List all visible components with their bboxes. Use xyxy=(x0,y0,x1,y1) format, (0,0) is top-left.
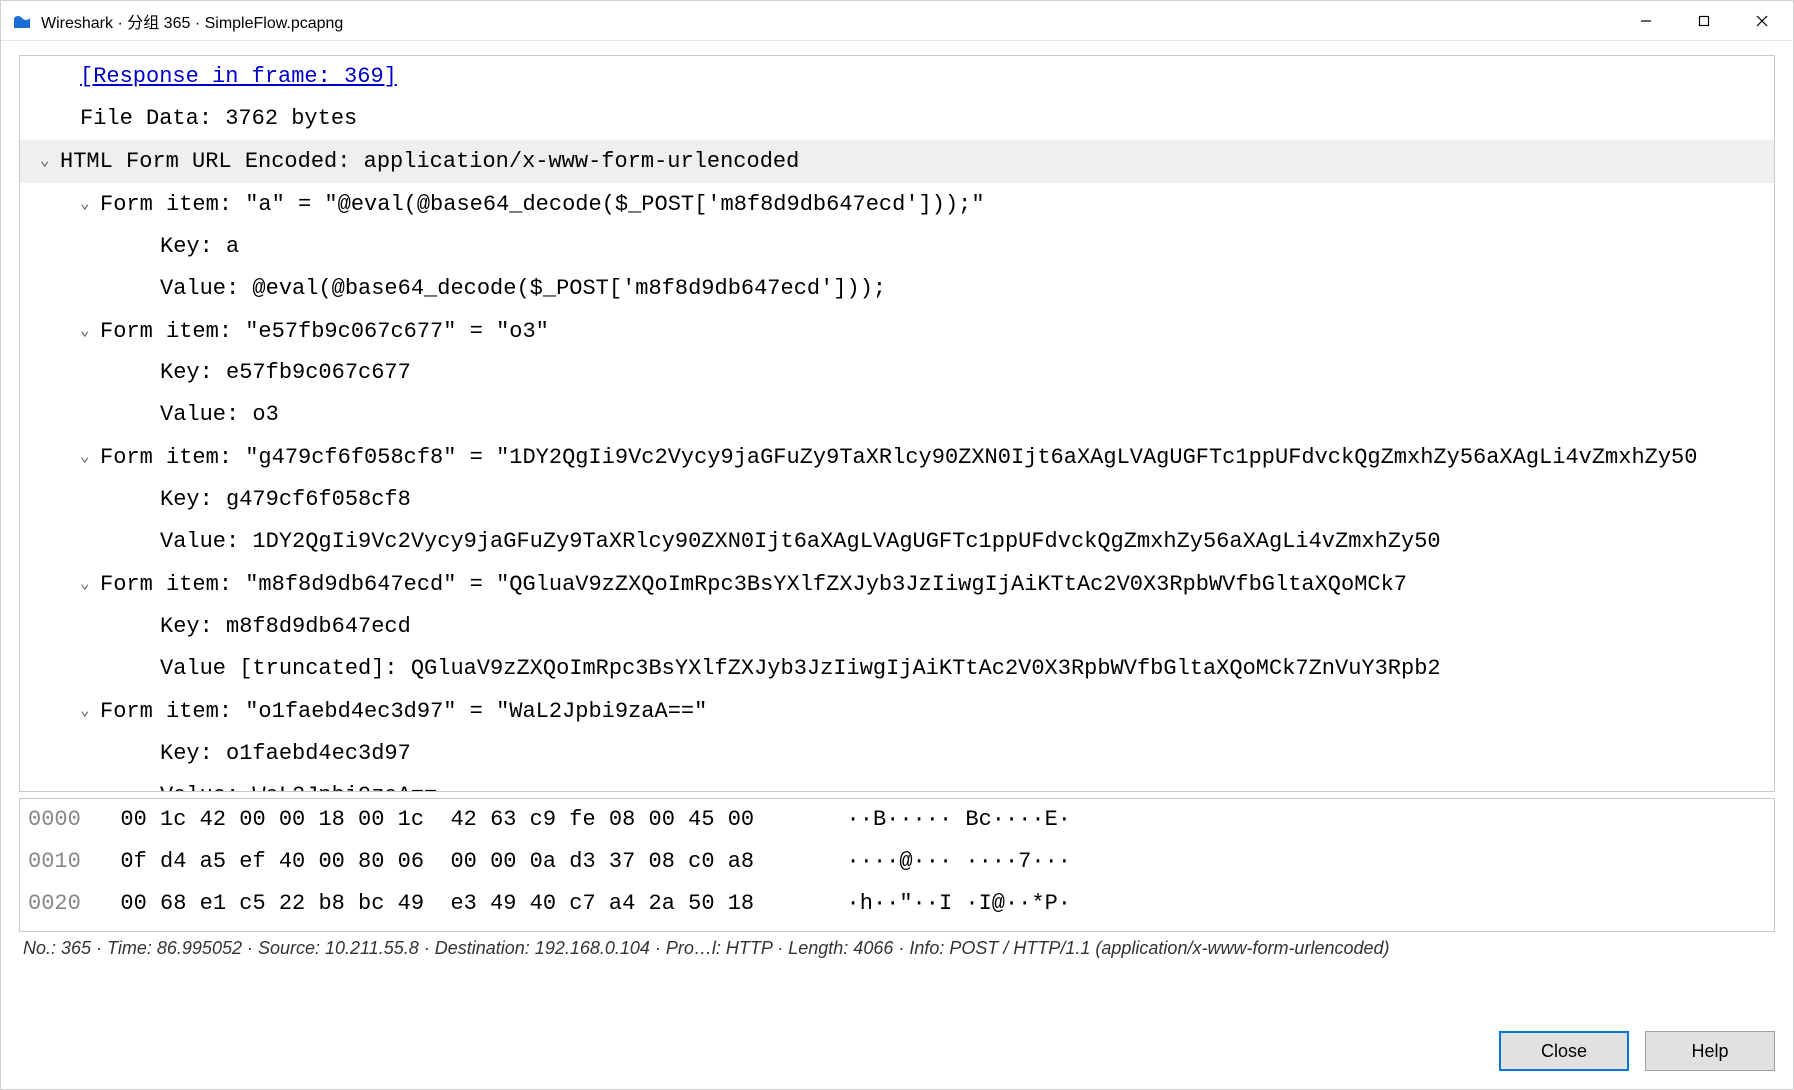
help-button[interactable]: Help xyxy=(1645,1031,1775,1071)
help-label: Help xyxy=(1691,1041,1728,1062)
packet-details-scroll[interactable]: [Response in frame: 369] File Data: 3762… xyxy=(20,56,1774,791)
window-controls xyxy=(1617,1,1791,40)
close-button[interactable] xyxy=(1733,1,1791,40)
form-item-key[interactable]: Key: m8f8d9db647ecd xyxy=(20,606,1774,648)
hex-dump-pane: 0000 00 1c 42 00 00 18 00 1c 42 63 c9 fe… xyxy=(19,798,1775,932)
response-in-frame-link[interactable]: [Response in frame: 369] xyxy=(80,64,397,89)
form-item-key[interactable]: Key: g479cf6f058cf8 xyxy=(20,479,1774,521)
hex-row[interactable]: 0010 0f d4 a5 ef 40 00 80 06 00 00 0a d3… xyxy=(28,841,1774,883)
chevron-down-icon[interactable]: ⌄ xyxy=(80,436,100,478)
response-link-line[interactable]: [Response in frame: 369] xyxy=(20,56,1774,98)
hex-bytes: 0f d4 a5 ef 40 00 80 06 00 00 0a d3 37 0… xyxy=(81,849,807,874)
wireshark-icon xyxy=(13,12,31,30)
dialog-buttons: Close Help xyxy=(1,1025,1793,1089)
hex-offset: 0020 xyxy=(28,891,81,916)
form-item-header-text: Form item: "e57fb9c067c677" = "o3" xyxy=(100,318,549,343)
chevron-down-icon[interactable]: ⌄ xyxy=(80,183,100,225)
status-bar: No.: 365 · Time: 86.995052 · Source: 10.… xyxy=(19,932,1775,965)
chevron-down-icon[interactable]: ⌄ xyxy=(80,310,100,352)
window-title: Wireshark · 分组 365 · SimpleFlow.pcapng xyxy=(41,9,1617,33)
form-item-header[interactable]: ⌄Form item: "m8f8d9db647ecd" = "QGluaV9z… xyxy=(20,563,1774,606)
chevron-down-icon[interactable]: ⌄ xyxy=(80,563,100,605)
form-item-header[interactable]: ⌄Form item: "a" = "@eval(@base64_decode(… xyxy=(20,183,1774,226)
hex-bytes: 00 68 e1 c5 22 b8 bc 49 e3 49 40 c7 a4 2… xyxy=(81,891,807,916)
hex-row[interactable]: 0020 00 68 e1 c5 22 b8 bc 49 e3 49 40 c7… xyxy=(28,883,1774,925)
form-item-value[interactable]: Value: WaL2Jpbi9zaA== xyxy=(20,775,1774,791)
hex-offset: 0010 xyxy=(28,849,81,874)
form-item-key[interactable]: Key: e57fb9c067c677 xyxy=(20,352,1774,394)
hex-dump-scroll[interactable]: 0000 00 1c 42 00 00 18 00 1c 42 63 c9 fe… xyxy=(20,799,1774,931)
form-item-key[interactable]: Key: o1faebd4ec3d97 xyxy=(20,733,1774,775)
packet-details-pane: [Response in frame: 369] File Data: 3762… xyxy=(19,55,1775,792)
minimize-button[interactable] xyxy=(1617,1,1675,40)
status-text: No.: 365 · Time: 86.995052 · Source: 10.… xyxy=(23,938,1390,958)
titlebar: Wireshark · 分组 365 · SimpleFlow.pcapng xyxy=(1,1,1793,41)
form-item-value[interactable]: Value: o3 xyxy=(20,394,1774,436)
hex-ascii: ··B····· Bc····E· xyxy=(807,807,1071,832)
form-item-value[interactable]: Value: @eval(@base64_decode($_POST['m8f8… xyxy=(20,268,1774,310)
form-item-header-text: Form item: "g479cf6f058cf8" = "1DY2QgIi9… xyxy=(100,445,1697,470)
hex-ascii: ····@··· ····7··· xyxy=(807,849,1071,874)
form-header-text: HTML Form URL Encoded: application/x-www… xyxy=(60,149,799,174)
file-data-text: File Data: 3762 bytes xyxy=(80,106,357,131)
form-item-value[interactable]: Value [truncated]: QGluaV9zZXQoImRpc3BsY… xyxy=(20,648,1774,690)
file-data-line[interactable]: File Data: 3762 bytes xyxy=(20,98,1774,140)
form-header-line[interactable]: ⌄HTML Form URL Encoded: application/x-ww… xyxy=(20,140,1774,183)
form-item-value[interactable]: Value: 1DY2QgIi9Vc2Vycy9jaGFuZy9TaXRlcy9… xyxy=(20,521,1774,563)
content-area: [Response in frame: 369] File Data: 3762… xyxy=(1,41,1793,1025)
form-item-header[interactable]: ⌄Form item: "o1faebd4ec3d97" = "WaL2Jpbi… xyxy=(20,690,1774,733)
form-item-key[interactable]: Key: a xyxy=(20,226,1774,268)
hex-row[interactable]: 0000 00 1c 42 00 00 18 00 1c 42 63 c9 fe… xyxy=(28,799,1774,841)
chevron-down-icon[interactable]: ⌄ xyxy=(80,690,100,732)
close-dialog-button[interactable]: Close xyxy=(1499,1031,1629,1071)
form-item-header-text: Form item: "o1faebd4ec3d97" = "WaL2Jpbi9… xyxy=(100,699,707,724)
form-item-header[interactable]: ⌄Form item: "e57fb9c067c677" = "o3" xyxy=(20,310,1774,353)
hex-ascii: ·h··"··I ·I@··*P· xyxy=(807,891,1071,916)
close-label: Close xyxy=(1541,1041,1587,1062)
main-window: Wireshark · 分组 365 · SimpleFlow.pcapng [… xyxy=(0,0,1794,1090)
maximize-button[interactable] xyxy=(1675,1,1733,40)
hex-bytes: 00 1c 42 00 00 18 00 1c 42 63 c9 fe 08 0… xyxy=(81,807,807,832)
chevron-down-icon[interactable]: ⌄ xyxy=(40,140,60,182)
form-item-header-text: Form item: "a" = "@eval(@base64_decode($… xyxy=(100,192,985,217)
form-item-header-text: Form item: "m8f8d9db647ecd" = "QGluaV9zZ… xyxy=(100,572,1407,597)
hex-offset: 0000 xyxy=(28,807,81,832)
form-item-header[interactable]: ⌄Form item: "g479cf6f058cf8" = "1DY2QgIi… xyxy=(20,436,1774,479)
